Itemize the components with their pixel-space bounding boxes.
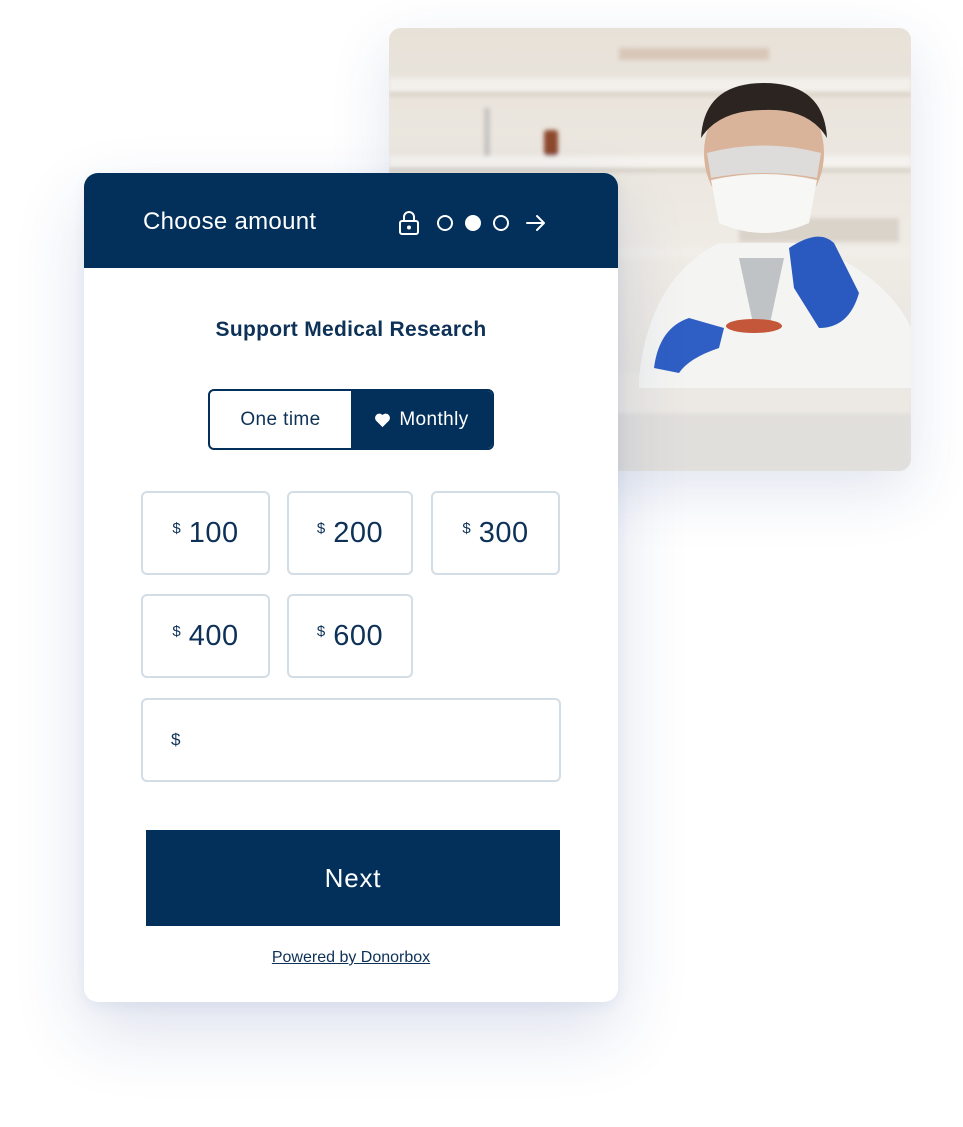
currency-symbol: $ <box>316 623 326 640</box>
step-title: Choose amount <box>143 208 317 235</box>
frequency-toggle: One time Monthly <box>208 389 494 450</box>
amount-option-100[interactable]: $ 100 <box>141 491 270 575</box>
currency-symbol: $ <box>172 623 181 640</box>
campaign-title: Support Medical Research <box>215 318 487 341</box>
heart-icon <box>375 413 391 427</box>
donation-form: Choose amount Support Medical Research O… <box>84 173 618 1002</box>
currency-symbol: $ <box>172 520 181 537</box>
frequency-one-time-label: One time <box>240 408 321 430</box>
form-header: Choose amount <box>84 173 618 268</box>
next-button[interactable]: Next <box>146 830 560 926</box>
amount-value: 600 <box>333 619 384 652</box>
step-dot-1[interactable] <box>437 215 453 231</box>
step-dot-2-current[interactable] <box>465 215 481 231</box>
lock-icon <box>399 211 419 235</box>
amount-option-300[interactable]: $ 300 <box>431 491 560 575</box>
amount-option-200[interactable]: $ 200 <box>287 491 413 575</box>
amount-value: 300 <box>478 516 529 549</box>
amount-value: 100 <box>188 516 239 549</box>
powered-by-donorbox-link[interactable]: Powered by Donorbox <box>272 949 430 966</box>
frequency-one-time[interactable]: One time <box>210 391 351 448</box>
step-dot-3[interactable] <box>493 215 509 231</box>
amount-value: 200 <box>333 516 384 549</box>
currency-symbol: $ <box>462 520 471 537</box>
step-indicator <box>398 209 548 237</box>
amount-option-400[interactable]: $ 400 <box>141 594 270 678</box>
currency-symbol: $ <box>171 730 181 749</box>
currency-symbol: $ <box>316 520 326 537</box>
arrow-right-icon[interactable] <box>524 211 548 235</box>
custom-amount-field[interactable]: $ <box>141 698 561 782</box>
frequency-monthly-label: Monthly <box>399 408 469 430</box>
custom-amount-input[interactable] <box>188 726 559 754</box>
amount-option-600[interactable]: $ 600 <box>287 594 413 678</box>
amount-value: 400 <box>188 619 239 652</box>
frequency-monthly[interactable]: Monthly <box>351 391 492 448</box>
powered-by: Powered by Donorbox <box>84 949 618 967</box>
